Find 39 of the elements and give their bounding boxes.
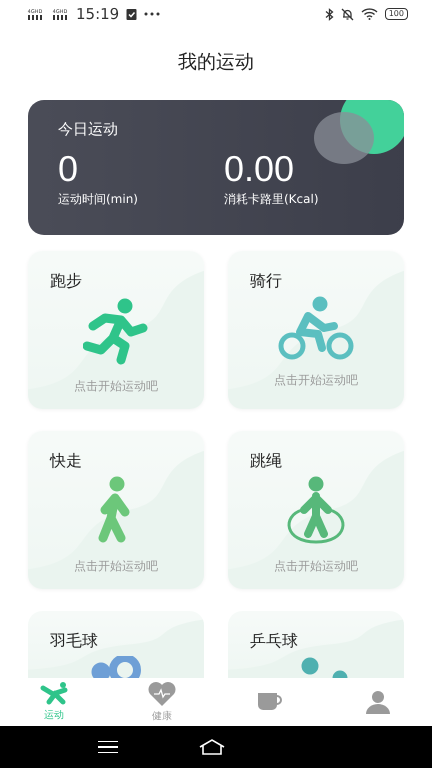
sport-name: 骑行 <box>250 271 282 292</box>
sport-name: 乒乓球 <box>250 631 298 652</box>
sport-hint: 点击开始运动吧 <box>74 558 158 575</box>
sport-hint: 点击开始运动吧 <box>274 372 358 389</box>
bell-muted-icon <box>340 8 354 20</box>
sport-name: 跳绳 <box>250 451 282 472</box>
sport-name: 跑步 <box>50 271 82 292</box>
run-figure-icon <box>83 296 149 366</box>
menu-icon[interactable] <box>98 740 118 754</box>
sport-card[interactable]: 乒乓球 <box>228 611 404 678</box>
card-title: 今日运动 <box>58 120 119 139</box>
person-icon <box>365 690 391 714</box>
sport-hint: 点击开始运动吧 <box>74 378 158 395</box>
sport-hint: 点击开始运动吧 <box>274 558 358 575</box>
sport-card[interactable]: 快走 点击开始运动吧 <box>28 431 204 589</box>
bluetooth-icon <box>324 8 334 20</box>
signal-icon <box>28 14 42 20</box>
runner-icon <box>39 682 69 706</box>
page-title: 我的运动 <box>177 50 255 75</box>
signal-icon <box>53 14 67 20</box>
cup-icon <box>256 691 284 713</box>
stat-label: 消耗卡路里(Kcal) <box>224 191 320 208</box>
sport-card[interactable]: 跑步 点击开始运动吧 <box>28 251 204 409</box>
sport-card[interactable]: 羽毛球 <box>28 611 204 678</box>
stat-label: 运动时间(min) <box>58 191 139 208</box>
clipboard-icon <box>126 8 138 20</box>
home-icon[interactable] <box>198 739 226 755</box>
more-icon <box>144 12 160 16</box>
sport-name: 羽毛球 <box>50 631 98 652</box>
battery-icon: 100 <box>384 8 408 20</box>
sport-card[interactable]: 跳绳 点击开始运动吧 <box>228 431 404 589</box>
sport-name: 快走 <box>50 451 82 472</box>
clock: 15:19 <box>76 5 120 23</box>
stat-value: 0.00 <box>224 149 296 189</box>
heart-icon <box>147 681 177 707</box>
sport-card[interactable]: 骑行 点击开始运动吧 <box>228 251 404 409</box>
cycle-figure-icon <box>278 296 354 360</box>
wifi-icon <box>360 8 378 20</box>
stat-value: 0 <box>58 149 80 189</box>
